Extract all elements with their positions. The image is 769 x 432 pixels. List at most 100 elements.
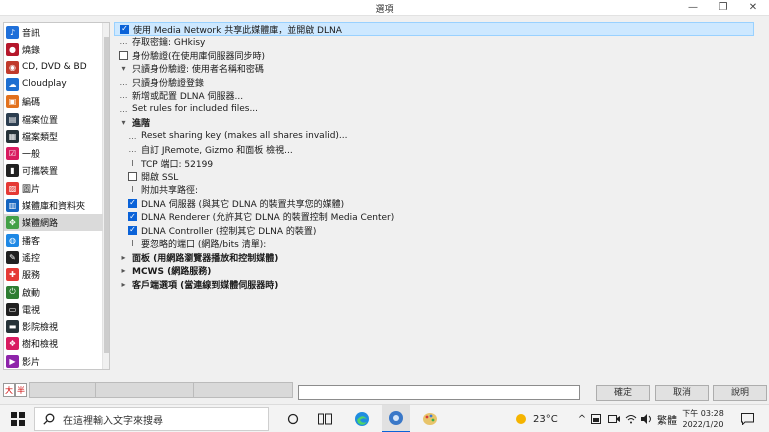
option-row-dots[interactable]: … 只讀身份驗證登錄 (114, 76, 205, 89)
ime-mode-button[interactable]: 繁體 (656, 405, 678, 432)
sidebar-item-encode[interactable]: ▣ 編碼 (4, 93, 103, 110)
option-checkbox[interactable]: ✓ (128, 212, 137, 222)
sidebar-item-label: 一般 (22, 150, 41, 161)
ime-lang-button[interactable]: 大 (3, 383, 15, 397)
ime-width-button[interactable]: 半 (15, 383, 27, 397)
chevron-down-icon[interactable]: ▾ (119, 118, 128, 127)
close-button[interactable]: ✕ (738, 0, 768, 16)
option-row-dots[interactable]: … 新增或配置 DLNA 伺服器... (114, 89, 244, 102)
ellipsis-icon: … (119, 104, 128, 114)
option-row-dots[interactable]: … 存取密鑰: GHkisy (114, 35, 206, 49)
sidebar-item-label: 影院檢視 (22, 323, 59, 334)
option-label: 只讀身份驗證: 使用者名稱和密碼 (132, 65, 264, 76)
weather-widget[interactable]: 23°C (514, 405, 574, 432)
option-row-checkbox[interactable]: 開啟 SSL (114, 170, 178, 183)
option-row-checkbox[interactable]: 身份驗證(在使用庫伺服器同步時) (114, 49, 265, 62)
sidebar-item-media-network[interactable]: ✥ 媒體網路 (4, 214, 103, 232)
wifi-button[interactable] (624, 405, 638, 432)
option-checkbox[interactable] (128, 171, 137, 181)
ellipsis-icon: … (128, 145, 137, 155)
option-row-dots[interactable]: … Reset sharing key (makes all shares inv… (114, 130, 348, 143)
task-view-button[interactable] (282, 405, 304, 432)
option-row-checkbox[interactable]: ✓ DLNA Renderer (允許其它 DLNA 的裝置控制 Media Ce… (114, 210, 394, 223)
sidebar-item-folder[interactable]: ▤ 檔案位置 (4, 111, 103, 128)
sidebar-item-podcast[interactable]: ◍ 播客 (4, 232, 103, 249)
chevron-right-icon[interactable]: ▸ (119, 280, 128, 289)
media-center-button[interactable] (382, 405, 410, 432)
battery-button[interactable] (590, 405, 604, 432)
power-icon: ⏻ (6, 285, 19, 299)
ime-bar-segment (30, 383, 96, 397)
sidebar-item-tv[interactable]: ▭ 電視 (4, 301, 103, 318)
option-row-checkbox[interactable]: ✓ 使用 Media Network 共享此媒體庫，並開啟 DLNA (114, 22, 754, 36)
option-checkbox[interactable]: ✓ (120, 24, 129, 34)
option-checkbox[interactable]: ✓ (128, 198, 137, 208)
sidebar-item-label: 服務 (22, 271, 41, 282)
bottom-text-field[interactable] (298, 385, 580, 400)
option-row-text[interactable]: I 附加共享路徑: (114, 183, 198, 196)
option-row-checkbox[interactable]: ✓ DLNA Controller (控制其它 DLNA 的裝置) (114, 224, 316, 237)
cancel-button[interactable]: 取消 (655, 385, 709, 401)
volume-button[interactable] (640, 405, 654, 432)
title-bar: 選項 — ❐ ✕ (0, 0, 769, 16)
chevron-right-icon[interactable]: ▸ (119, 266, 128, 275)
sidebar-item-portable-device[interactable]: ▮ 可攜裝置 (4, 162, 103, 179)
notification-center-button[interactable] (734, 405, 760, 432)
sidebar-item-music-note[interactable]: ♪ 音訊 (4, 24, 103, 41)
sidebar-item-label: 樹和檢視 (22, 340, 59, 351)
sidebar-item-cd[interactable]: ◉ CD, DVD & BD (4, 59, 103, 76)
tv-icon: ▭ (6, 302, 19, 316)
option-row-collapsed[interactable]: ▸ 面板 (用網路瀏覽器播放和控制媒體) (114, 251, 278, 264)
task-view-icon (318, 413, 332, 425)
sidebar-item-picture[interactable]: ▨ 圖片 (4, 180, 103, 197)
edge-browser-button[interactable] (348, 405, 376, 432)
sidebar-item-service[interactable]: ✚ 服務 (4, 266, 103, 283)
options-category-list[interactable]: ♪ 音訊 ● 燒錄 ◉ CD, DVD & BD ☁ Cloudplay ▣ 編碼 ▤ 檔案位置 ▦ 檔案… (3, 22, 110, 370)
option-checkbox[interactable]: ✓ (128, 225, 137, 235)
option-checkbox[interactable] (119, 50, 128, 60)
paint-app-button[interactable] (416, 405, 444, 432)
sidebar-item-theater[interactable]: ▬ 影院檢視 (4, 318, 103, 335)
meet-now-button[interactable] (606, 405, 622, 432)
sidebar-item-general[interactable]: ☑ 一般 (4, 145, 103, 162)
option-row-checkbox[interactable]: ✓ DLNA 伺服器 (與其它 DLNA 的裝置共享您的媒體) (114, 197, 344, 210)
sidebar-item-library[interactable]: ▥ 媒體庫和資料夾 (4, 197, 103, 214)
sidebar-item-cloud[interactable]: ☁ Cloudplay (4, 76, 103, 93)
minimize-button[interactable]: — (678, 0, 708, 16)
system-clock[interactable]: 下午 03:28 2022/1/20 (680, 408, 726, 430)
sidebar-item-file-type[interactable]: ▦ 檔案類型 (4, 128, 103, 145)
sidebar-item-remote[interactable]: ✎ 遙控 (4, 249, 103, 266)
sidebar-item-tree-view[interactable]: ❖ 樹和檢視 (4, 335, 103, 352)
option-row-expanded[interactable]: ▾ 進階 (114, 116, 150, 129)
option-row-collapsed[interactable]: ▸ MCWS (網路服務) (114, 264, 211, 277)
help-button[interactable]: 說明 (713, 385, 767, 401)
option-label: MCWS (網路服務) (132, 267, 212, 278)
cloud-icon: ☁ (6, 77, 19, 91)
sidebar-scroll-thumb[interactable] (104, 37, 109, 353)
option-label: 自訂 JRemote, Gizmo 和面板 檢視... (141, 146, 293, 157)
chevron-right-icon[interactable]: ▸ (119, 253, 128, 262)
podcast-icon: ◍ (6, 233, 19, 247)
restore-button[interactable]: ❐ (708, 0, 738, 16)
option-row-text[interactable]: I TCP 端口: 52199 (114, 157, 213, 170)
sidebar-scrollbar[interactable] (102, 23, 109, 369)
tray-overflow-button[interactable]: ^ (576, 405, 588, 432)
portable-device-icon: ▮ (6, 164, 19, 178)
ok-button[interactable]: 確定 (596, 385, 650, 401)
options-panel: ✓ 使用 Media Network 共享此媒體庫，並開啟 DLNA … 存取密鑰: … (114, 22, 769, 370)
chevron-down-icon[interactable]: ▾ (119, 64, 128, 73)
taskbar-search-box[interactable]: 在這裡輸入文字來搜尋 (34, 407, 269, 431)
sidebar-item-power[interactable]: ⏻ 啟動 (4, 284, 103, 301)
option-label: DLNA Renderer (允許其它 DLNA 的裝置控制 Media Cen… (141, 213, 395, 224)
sidebar-item-video[interactable]: ▶ 影片 (4, 353, 103, 369)
option-row-text[interactable]: I 要忽略的端口 (網路/bits 清單): (114, 237, 266, 250)
option-row-dots[interactable]: … 自訂 JRemote, Gizmo 和面板 檢視... (114, 143, 293, 156)
task-switch-button[interactable] (314, 405, 336, 432)
option-row-expanded[interactable]: ▾ 只讀身份驗證: 使用者名稱和密碼 (114, 62, 264, 76)
option-label: 存取密鑰: GHkisy (132, 38, 206, 49)
sidebar-item-label: 影片 (22, 357, 41, 368)
start-button[interactable] (6, 405, 30, 432)
sidebar-item-disc[interactable]: ● 燒錄 (4, 41, 103, 58)
option-row-dots[interactable]: … Set rules for included files... (114, 103, 259, 116)
option-row-collapsed[interactable]: ▸ 客戶端選項 (當連線到媒體伺服器時) (114, 278, 278, 291)
